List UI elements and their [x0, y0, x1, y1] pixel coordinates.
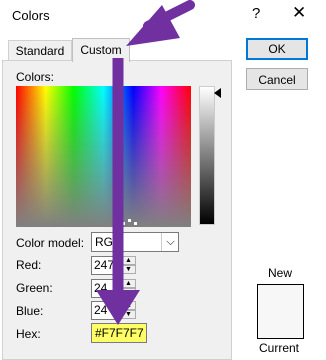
annotation-arrows: [96, 0, 195, 325]
annotation-arrowhead: [96, 290, 140, 325]
